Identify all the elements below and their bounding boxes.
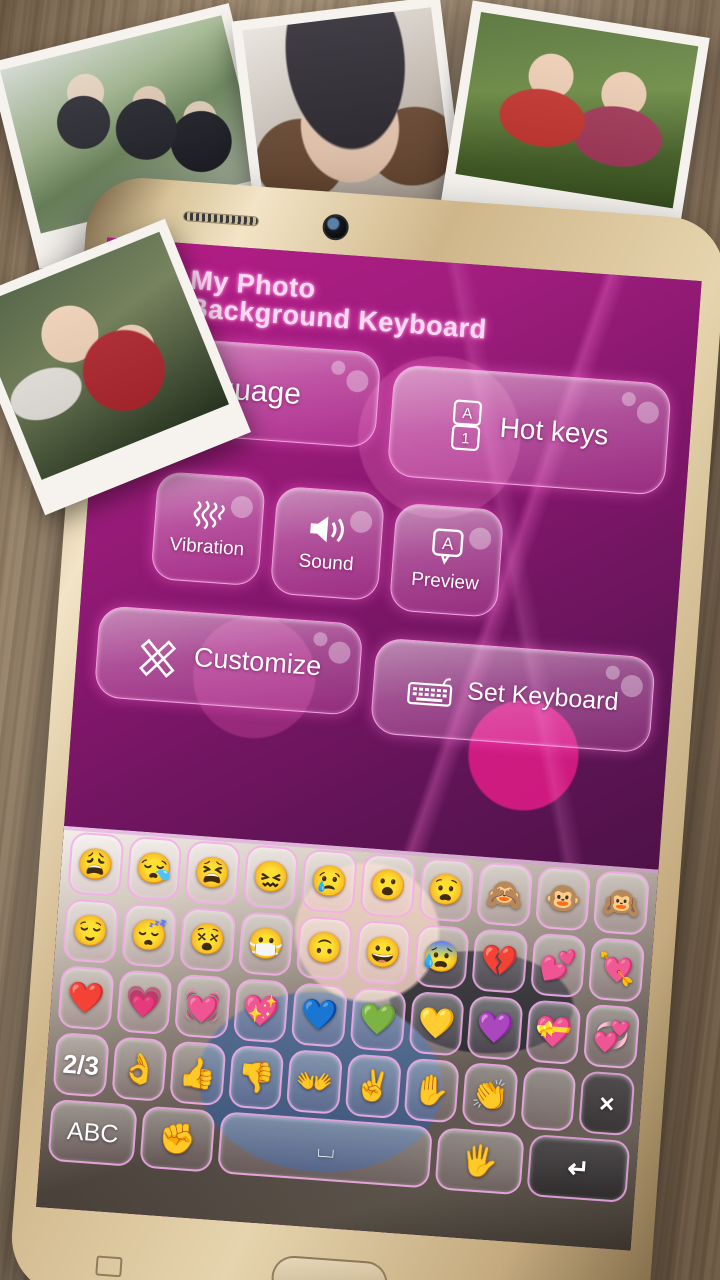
vibration-button[interactable]: Vibration <box>150 470 267 587</box>
bubble-decor <box>313 631 329 647</box>
bubble-decor <box>636 400 660 425</box>
emoji-key[interactable]: 😪 <box>125 835 183 902</box>
bubble-decor <box>605 664 621 680</box>
emoji-key[interactable]: ❤️ <box>57 965 115 1031</box>
svg-text:A: A <box>462 405 473 423</box>
hot-keys-icon: A 1 <box>448 398 486 452</box>
pencil-tools-icon <box>135 631 182 678</box>
page-indicator-key[interactable]: 2/3 <box>52 1031 110 1098</box>
earpiece-speaker <box>182 211 260 227</box>
emoji-keyboard: 😩 😪 😫 😖 😢 😮 😧 🙈 🐵 🙉 😌 😴 😵 😷 🙃 😀 😰 💔 💕 💘 … <box>36 825 659 1251</box>
bubble-decor <box>620 674 644 698</box>
emoji-key[interactable]: 💚 <box>349 986 407 1053</box>
emoji-key[interactable]: 😀 <box>354 919 412 986</box>
photo-image-two-women <box>455 11 699 209</box>
emoji-key[interactable]: 👐 <box>286 1049 344 1115</box>
bubble-decor <box>327 640 352 665</box>
emoji-key[interactable] <box>519 1066 577 1132</box>
sound-button-label: Sound <box>297 550 355 576</box>
vibration-icon <box>190 497 228 532</box>
emoji-key[interactable]: 😰 <box>412 924 470 990</box>
emoji-key[interactable]: 😮 <box>359 852 417 919</box>
emoji-key[interactable]: 😢 <box>300 848 358 915</box>
front-camera-icon <box>321 213 350 242</box>
emoji-key[interactable]: 😖 <box>242 844 300 911</box>
emoji-key[interactable]: 🙉 <box>593 870 651 936</box>
emoji-key[interactable]: ✊ <box>139 1105 216 1173</box>
set-keyboard-button[interactable]: Set Keyboard <box>369 637 656 754</box>
customize-button-label: Customize <box>192 642 323 682</box>
emoji-key[interactable]: 💔 <box>471 928 529 995</box>
bubble-decor <box>621 391 637 407</box>
bubble-decor <box>345 369 369 393</box>
speaker-icon <box>306 511 350 548</box>
emoji-key[interactable]: 😵 <box>179 906 237 973</box>
recents-nav-button[interactable] <box>95 1255 123 1278</box>
emoji-key[interactable]: 😌 <box>62 898 120 965</box>
emoji-key[interactable]: 🙈 <box>476 861 534 928</box>
emoji-key[interactable]: 💕 <box>529 932 587 999</box>
svg-text:1: 1 <box>461 430 471 448</box>
preview-a-icon: A <box>427 526 468 567</box>
emoji-key[interactable]: 💜 <box>466 995 524 1061</box>
emoji-key[interactable]: 💙 <box>291 982 349 1048</box>
backspace-key[interactable]: × <box>578 1070 636 1137</box>
page-title: My Photo Background Keyboard <box>187 265 489 345</box>
emoji-key[interactable]: 💗 <box>115 969 173 1036</box>
emoji-key[interactable]: 👌 <box>110 1036 168 1102</box>
emoji-key[interactable]: 😴 <box>120 902 178 969</box>
emoji-key[interactable]: 👍 <box>169 1040 227 1107</box>
emoji-key[interactable]: 💖 <box>232 978 290 1044</box>
abc-key[interactable]: ABC <box>47 1098 138 1167</box>
emoji-key[interactable]: 😫 <box>184 840 241 906</box>
preview-button[interactable]: A Preview <box>388 502 505 618</box>
bubble-decor <box>230 495 254 519</box>
emoji-key[interactable]: 🖐️ <box>434 1127 525 1196</box>
set-keyboard-button-label: Set Keyboard <box>466 677 620 717</box>
emoji-key[interactable]: 💘 <box>588 936 646 1003</box>
bubble-decor <box>330 359 346 375</box>
emoji-key[interactable]: 😷 <box>237 911 295 977</box>
preview-button-label: Preview <box>410 568 480 595</box>
emoji-key[interactable]: 💝 <box>524 999 582 1066</box>
emoji-key[interactable]: 💛 <box>407 990 465 1057</box>
vibration-button-label: Vibration <box>168 533 245 561</box>
keyboard-icon <box>406 670 456 707</box>
emoji-key[interactable]: 🐵 <box>534 865 592 932</box>
enter-key[interactable]: ↵ <box>526 1133 631 1204</box>
emoji-key[interactable]: 😧 <box>417 857 475 923</box>
emoji-key[interactable]: 💞 <box>583 1003 641 1070</box>
svg-text:A: A <box>441 534 454 554</box>
bubble-decor <box>468 526 493 551</box>
hot-keys-button-label: Hot keys <box>498 411 610 451</box>
sound-button[interactable]: Sound <box>269 485 386 601</box>
emoji-key[interactable]: 👎 <box>227 1044 285 1111</box>
emoji-key[interactable]: 😩 <box>67 831 125 898</box>
emoji-key[interactable]: ✋ <box>403 1057 461 1124</box>
bubble-decor <box>349 509 373 534</box>
home-button[interactable] <box>270 1254 389 1280</box>
customize-button[interactable]: Customize <box>93 604 364 716</box>
emoji-key[interactable]: 💓 <box>174 973 232 1040</box>
hot-keys-button[interactable]: A 1 Hot keys <box>386 363 673 496</box>
emoji-key[interactable]: ✌️ <box>344 1053 402 1120</box>
emoji-key[interactable]: 👏 <box>461 1061 519 1128</box>
emoji-key[interactable]: 🙃 <box>295 915 353 982</box>
